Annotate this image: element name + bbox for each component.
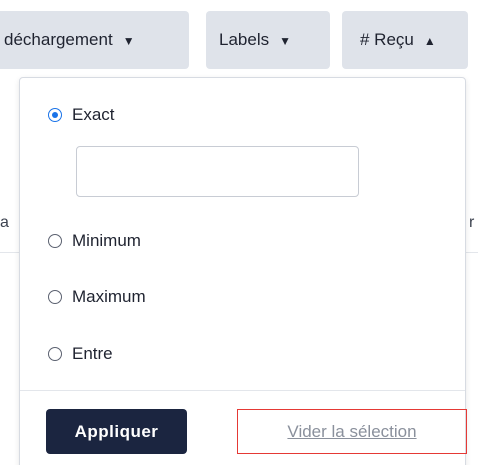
clear-selection-link[interactable]: Vider la sélection — [287, 422, 416, 442]
footer-divider — [20, 390, 465, 391]
received-filter-label: # Reçu — [360, 30, 414, 49]
option-minimum[interactable]: Minimum — [48, 231, 141, 251]
filter-screen: déchargement ▼ Labels ▼ # Reçu ▲ a r Exa… — [0, 0, 478, 465]
table-header-fragment-left: a — [0, 214, 9, 231]
clear-selection-highlight: Vider la sélection — [237, 409, 467, 454]
option-exact[interactable]: Exact — [48, 105, 115, 125]
option-between[interactable]: Entre — [48, 344, 113, 364]
radio-unchecked-icon[interactable] — [48, 234, 62, 248]
radio-unchecked-icon[interactable] — [48, 290, 62, 304]
discharge-filter-label: déchargement — [4, 30, 113, 49]
option-minimum-label: Minimum — [72, 231, 141, 250]
caret-up-icon: ▲ — [423, 34, 436, 48]
radio-unchecked-icon[interactable] — [48, 347, 62, 361]
option-maximum-label: Maximum — [72, 287, 146, 306]
labels-filter-label: Labels — [219, 30, 270, 49]
received-filter-dropdown: Exact Minimum Maximum Entre Appliquer Vi… — [19, 77, 467, 465]
labels-filter-chip[interactable]: Labels ▼ — [206, 11, 330, 69]
radio-checked-icon[interactable] — [48, 108, 62, 122]
table-header-fragment-right: r — [469, 214, 475, 231]
caret-down-icon: ▼ — [122, 34, 135, 48]
option-maximum[interactable]: Maximum — [48, 287, 146, 307]
option-exact-label: Exact — [72, 105, 115, 124]
received-filter-chip[interactable]: # Reçu ▲ — [342, 11, 468, 69]
exact-value-input[interactable] — [76, 146, 359, 197]
option-between-label: Entre — [72, 344, 113, 363]
apply-button[interactable]: Appliquer — [46, 409, 187, 454]
caret-down-icon: ▼ — [279, 34, 291, 48]
discharge-filter-chip[interactable]: déchargement ▼ — [0, 11, 189, 69]
